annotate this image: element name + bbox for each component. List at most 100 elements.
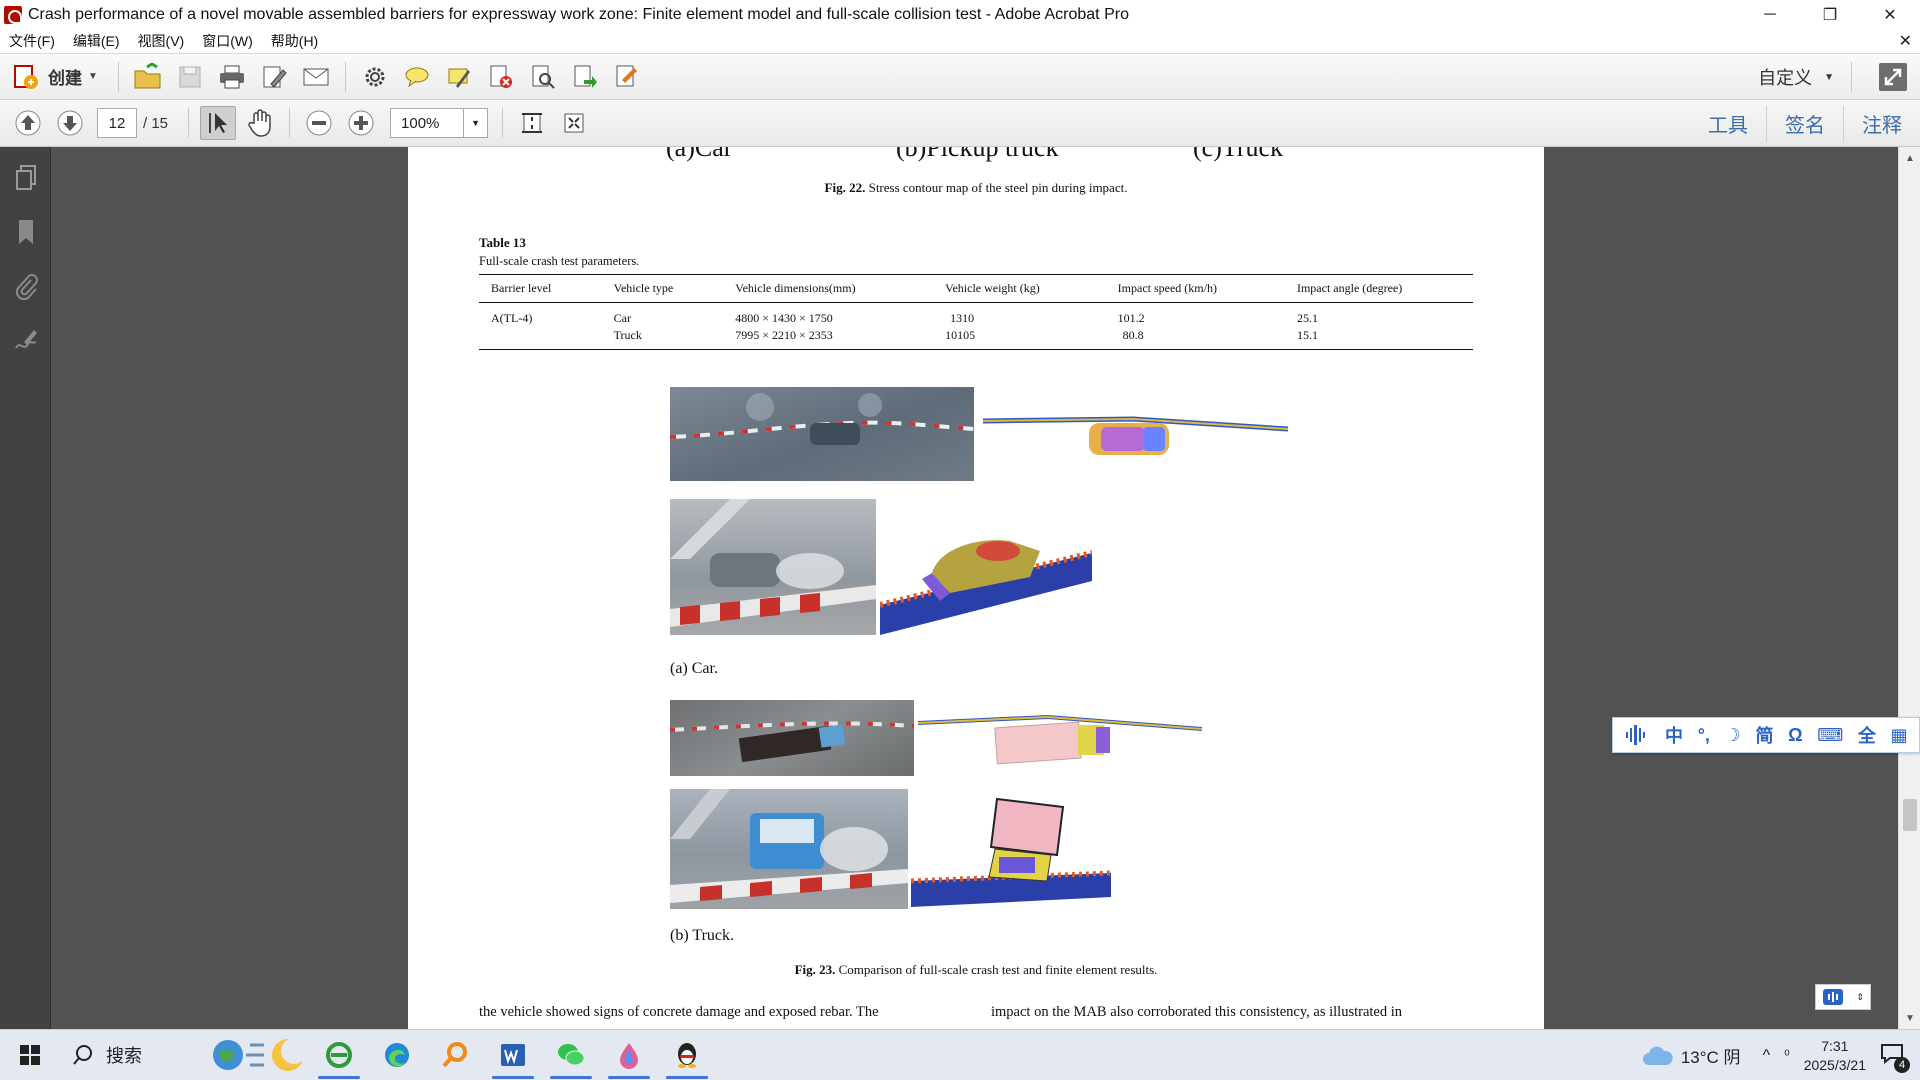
scrollbar-thumb[interactable] [1903,799,1917,831]
delete-page-button[interactable] [483,60,519,94]
paperclip-icon [15,274,38,301]
menu-view[interactable]: 视图(V) [129,31,194,51]
ime-simplified-mode[interactable]: 简 [1755,722,1773,748]
fig22-subfigure-labels: (a)Car (b)Pickup truck (c)Truck [408,147,1544,163]
body-text-right-column: impact on the MAB also corroborated this… [991,1004,1403,1020]
fullscreen-button[interactable] [1876,60,1910,94]
table-cell: 7995 × 2210 × 2353 [723,327,934,350]
menu-window[interactable]: 窗口(W) [193,31,262,51]
save-icon [179,66,201,87]
table-cell: 25.1 [1296,311,1318,325]
car-test-photo-side [670,499,876,635]
fig22-label-truck: (c)Truck [1193,147,1284,162]
zoom-out-button[interactable] [301,106,337,140]
signatures-button[interactable] [0,313,51,367]
keyboard-icon[interactable]: ⌨ [1817,725,1843,746]
maximize-button[interactable]: ❐ [1800,0,1860,29]
open-button[interactable] [130,60,166,94]
moon-icon[interactable]: ☽ [1725,725,1741,746]
taskbar-app-qq[interactable] [658,1030,716,1080]
chevron-up-icon[interactable]: ^ [1763,1047,1771,1065]
fig23-caption-label: Fig. 23. [794,962,836,977]
taskbar-app-wechat[interactable] [542,1030,600,1080]
hand-tool-button[interactable] [242,106,278,140]
tab-sign[interactable]: 签名 [1766,105,1843,142]
truck-test-photo-top [670,700,914,776]
table-cell: Car [613,311,631,325]
menu-help[interactable]: 帮助(H) [262,31,327,51]
edit-text-button[interactable] [256,60,292,94]
page-number-input[interactable]: 12 [97,108,137,138]
car-test-photo-top [670,387,974,481]
tab-comment[interactable]: 注释 [1843,105,1920,142]
tab-tools[interactable]: 工具 [1690,106,1766,142]
close-button[interactable]: ✕ [1860,0,1920,29]
internet-explorer-icon [326,1042,352,1068]
wechat-icon [558,1044,585,1066]
windows-logo-icon [20,1045,40,1065]
fig23-caption-text: Comparison of full-scale crash test and … [838,962,1158,977]
close-document-button[interactable]: ✕ [1899,31,1912,51]
document-delete-icon [490,65,512,88]
document-viewport[interactable]: (a)Car (b)Pickup truck (c)Truck Fig. 22.… [51,147,1898,1029]
weather-text[interactable]: 13°C 阴 [1681,1043,1741,1068]
previous-page-button[interactable] [10,106,46,140]
ime-indicator[interactable]: ⁰ [1784,1047,1790,1064]
sign-document-button[interactable] [609,60,645,94]
ime-toolbar: 中 °, ☽ 简 Ω ⌨ 全 ▦ [1612,717,1920,753]
omega-symbol-icon[interactable]: Ω [1788,725,1802,746]
taskbar-app-drop[interactable] [600,1030,658,1080]
voice-input-icon[interactable] [1624,723,1650,747]
table-row: A(TL-4) Car 4800 × 1430 × 1750 1310 101.… [479,303,1473,328]
bookmarks-button[interactable] [0,205,51,259]
scroll-up-icon[interactable]: ▲ [1899,147,1920,169]
export-button[interactable] [567,60,603,94]
zoom-dropdown[interactable]: ▼ [464,108,489,138]
attachments-button[interactable] [0,259,51,313]
vertical-scrollbar[interactable]: ▲ ▼ [1898,147,1920,1029]
ime-fullwidth-mode[interactable]: 全 [1858,722,1876,748]
scroll-down-icon[interactable]: ▼ [1899,1007,1920,1029]
taskbar-search[interactable]: 搜索 [60,1030,310,1080]
arrow-down-icon [57,110,83,136]
menu-edit[interactable]: 编辑(E) [64,31,129,51]
start-button[interactable] [0,1030,60,1080]
find-button[interactable] [525,60,561,94]
clock[interactable]: 7:31 2025/3/21 [1804,1037,1866,1075]
zoom-input[interactable]: 100% [390,108,465,138]
print-button[interactable] [214,60,250,94]
ime-mini-widget[interactable]: ⇕ [1815,984,1871,1010]
clock-date: 2025/3/21 [1803,1056,1866,1073]
document-export-icon [574,65,597,88]
taskbar-app-ie[interactable] [310,1030,368,1080]
customize-dropdown[interactable]: 自定义 ▼ [1758,64,1834,90]
menu-file[interactable]: 文件(F) [0,31,64,51]
ime-chinese-mode[interactable]: 中 [1665,722,1683,748]
next-page-button[interactable] [52,106,88,140]
fit-page-button[interactable] [514,106,550,140]
zoom-in-button[interactable] [343,106,379,140]
system-tray: 13°C 阴 ^ ⁰ 7:31 2025/3/21 4 [1641,1030,1920,1080]
highlight-button[interactable] [441,60,477,94]
clock-time: 7:31 [1821,1037,1849,1054]
comment-button[interactable] [399,60,435,94]
page-total: / 15 [143,114,169,132]
select-tool-button[interactable] [200,106,237,140]
notification-center-button[interactable]: 4 [1880,1042,1910,1073]
fit-width-button[interactable] [556,106,592,140]
grid-menu-icon[interactable]: ▦ [1891,725,1908,746]
taskbar-app-search-tool[interactable] [426,1030,484,1080]
fig22-caption-text: Stress contour map of the steel pin duri… [868,180,1128,195]
ime-punctuation-mode[interactable]: °, [1698,725,1710,746]
table-cell: Truck [601,327,724,350]
table-cell: 101.2 [1117,311,1145,325]
create-button[interactable]: 创建 ▼ [12,63,98,91]
navigation-toolbar: 12 / 15 100% ▼ 工具 签名 注释 [0,100,1920,147]
settings-button[interactable] [357,60,393,94]
taskbar-app-edge[interactable] [368,1030,426,1080]
email-button[interactable] [298,60,334,94]
minimize-button[interactable]: ─ [1740,0,1800,29]
page-thumbnails-button[interactable] [0,151,51,205]
save-button[interactable] [172,60,208,94]
taskbar-app-word[interactable] [484,1030,542,1080]
